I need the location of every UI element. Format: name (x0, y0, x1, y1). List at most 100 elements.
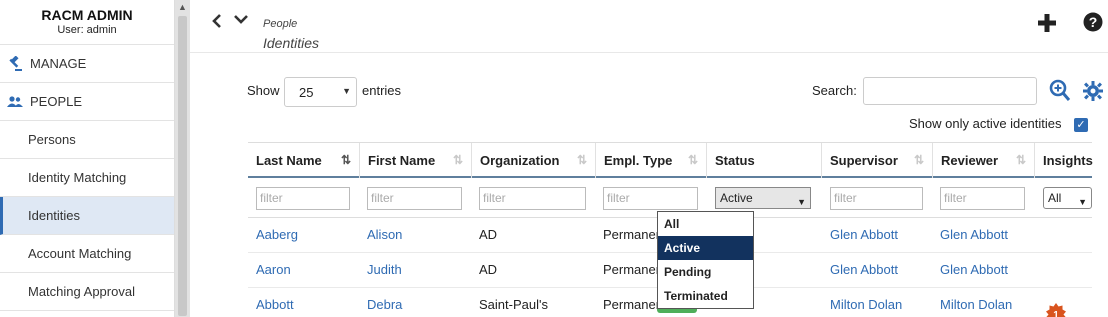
sidebar-item-matching-approval[interactable]: Matching Approval (0, 273, 174, 311)
first-name-link[interactable]: Debra (367, 288, 402, 317)
sidebar-section-label: PEOPLE (30, 94, 83, 109)
show-label: Show (247, 83, 280, 98)
sidebar-item-label: Identities (28, 208, 81, 223)
column-header-reviewer[interactable]: Reviewer ⇅ (932, 143, 1034, 178)
scroll-up-icon[interactable]: ▲ (178, 2, 187, 12)
sidebar-item-identity-matching[interactable]: Identity Matching (0, 159, 174, 197)
first-name-link[interactable]: Judith (367, 253, 402, 287)
sidebar-section-label: MANAGE (30, 56, 87, 71)
status-filter-select[interactable]: Active ▼ (715, 187, 811, 209)
reviewer-link[interactable]: Glen Abbott (940, 218, 1008, 252)
sidebar-item-identities[interactable]: Identities (0, 197, 174, 235)
column-label: Organization (480, 153, 560, 168)
column-label: Last Name (256, 153, 322, 168)
sort-asc-icon: ⇅ (340, 153, 351, 167)
active-only-label: Show only active identities (909, 116, 1062, 131)
supervisor-filter[interactable]: filter (830, 187, 923, 210)
insights-filter-select[interactable]: All ▼ (1043, 187, 1092, 209)
page-header: People Identities ? (190, 0, 1108, 53)
people-icon (6, 93, 24, 111)
page-size-value: 25 (299, 85, 314, 100)
sort-icon: ⇅ (576, 153, 587, 167)
column-header-last-name[interactable]: Last Name ⇅ (248, 143, 359, 178)
column-label: Supervisor (830, 153, 898, 168)
column-label: Status (715, 153, 755, 168)
zoom-in-icon[interactable] (1049, 79, 1071, 103)
sidebar-scrollbar[interactable]: ▲ (175, 0, 190, 317)
first-name-link[interactable]: Alison (367, 218, 402, 252)
search-label: Search: (812, 83, 857, 98)
active-only-checkbox[interactable]: ✓ (1074, 118, 1088, 132)
status-option-terminated[interactable]: Terminated (658, 284, 753, 308)
sidebar-item-persons[interactable]: Persons (0, 121, 174, 159)
breadcrumb: People (263, 18, 298, 30)
page-title: Identities (263, 35, 320, 51)
main-content: Show 25 ▼ entries Search: Show only acti… (190, 54, 1108, 317)
chevron-down-icon: ▼ (797, 197, 806, 207)
column-header-empl-type[interactable]: Empl. Type ⇅ (595, 143, 706, 178)
chevron-down-icon: ▼ (1078, 197, 1087, 207)
insights-filter-value: All (1048, 191, 1062, 205)
status-badge (657, 309, 697, 313)
status-option-pending[interactable]: Pending (658, 260, 753, 284)
search-input[interactable] (863, 77, 1037, 105)
table-header: Last Name ⇅ First Name ⇅ Organization ⇅ Emp… (248, 142, 1093, 178)
column-label: First Name (368, 153, 436, 168)
app-window: RACM ADMIN User: admin MANAGE PEOPLE Per… (0, 0, 1108, 317)
last-name-link[interactable]: Aaberg (256, 218, 298, 252)
sidebar-section-people[interactable]: PEOPLE (0, 83, 174, 121)
sidebar-item-label: Persons (28, 132, 76, 147)
organization-cell: AD (479, 262, 498, 277)
supervisor-link[interactable]: Glen Abbott (830, 218, 898, 252)
brand: RACM ADMIN User: admin (0, 0, 174, 45)
organization-cell: AD (479, 227, 498, 242)
app-name: RACM ADMIN (41, 7, 133, 23)
column-header-organization[interactable]: Organization ⇅ (471, 143, 595, 178)
page-size-select[interactable]: 25 ▼ (284, 77, 357, 107)
help-icon[interactable]: ? (1083, 12, 1105, 34)
scrollbar-thumb[interactable] (178, 16, 187, 316)
reviewer-link[interactable]: Glen Abbott (940, 253, 1008, 287)
chevron-down-icon[interactable] (234, 12, 248, 27)
sidebar-item-label: Matching Approval (28, 284, 135, 299)
status-filter-value: Active (720, 191, 753, 205)
sidebar: RACM ADMIN User: admin MANAGE PEOPLE Per… (0, 0, 175, 317)
sidebar-section-manage[interactable]: MANAGE (0, 45, 174, 83)
column-header-first-name[interactable]: First Name ⇅ (359, 143, 471, 178)
gear-icon[interactable] (1083, 81, 1103, 101)
add-icon[interactable] (1036, 12, 1058, 34)
sort-icon: ⇅ (913, 153, 924, 167)
organization-cell: Saint-Paul's (479, 297, 548, 312)
sidebar-item-label: Account Matching (28, 246, 132, 261)
first-name-filter[interactable]: filter (367, 187, 462, 210)
column-header-supervisor[interactable]: Supervisor ⇅ (821, 143, 932, 178)
column-header-insights[interactable]: Insights (1034, 143, 1093, 178)
insight-badge-icon[interactable]: 1 (1045, 303, 1067, 317)
status-option-active[interactable]: Active (658, 236, 753, 260)
sidebar-item-account-matching[interactable]: Account Matching (0, 235, 174, 273)
sort-icon: ⇅ (1015, 153, 1026, 167)
status-option-all[interactable]: All (658, 212, 753, 236)
column-label: Reviewer (941, 153, 999, 168)
chevron-left-icon[interactable] (212, 14, 222, 33)
column-label: Insights (1043, 153, 1093, 168)
last-name-link[interactable]: Abbott (256, 288, 294, 317)
current-user: User: admin (57, 24, 117, 36)
sidebar-item-label: Identity Matching (28, 170, 127, 185)
svg-text:?: ? (1089, 14, 1098, 30)
supervisor-link[interactable]: Milton Dolan (830, 288, 902, 317)
reviewer-filter[interactable]: filter (940, 187, 1025, 210)
sort-icon: ⇅ (452, 153, 463, 167)
column-label: Empl. Type (604, 153, 673, 168)
last-name-filter[interactable]: filter (256, 187, 350, 210)
last-name-link[interactable]: Aaron (256, 253, 291, 287)
sort-icon: ⇅ (687, 153, 698, 167)
reviewer-link[interactable]: Milton Dolan (940, 288, 1012, 317)
column-header-status[interactable]: Status (706, 143, 821, 178)
organization-filter[interactable]: filter (479, 187, 586, 210)
empl-type-filter[interactable]: filter (603, 187, 698, 210)
chevron-down-icon: ▼ (342, 86, 351, 96)
entries-label: entries (362, 83, 402, 98)
supervisor-link[interactable]: Glen Abbott (830, 253, 898, 287)
gavel-icon (6, 55, 24, 73)
